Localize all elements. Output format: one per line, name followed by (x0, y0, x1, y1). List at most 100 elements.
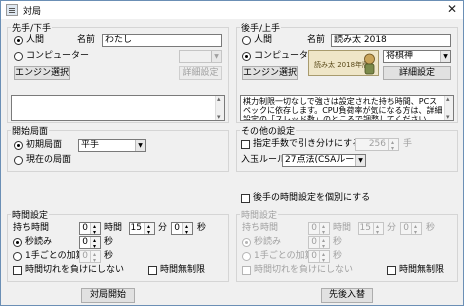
increment-radio[interactable] (13, 252, 22, 261)
entering-king-label: 入玉ルール (241, 155, 287, 165)
current-position-radio[interactable] (14, 156, 23, 165)
black-computer-label: コンピューター (26, 51, 90, 61)
close-icon[interactable]: ✕ (447, 2, 457, 16)
increment-label: 1手ごとの加算 (254, 251, 314, 261)
unlimited-checkbox[interactable] (148, 266, 157, 275)
minutes-spinner[interactable]: 15 (358, 221, 384, 238)
increment-radio[interactable] (242, 252, 251, 261)
white-computer-radio[interactable] (242, 52, 251, 61)
other-settings-group-label: その他の設定 (240, 124, 297, 137)
seconds-spinner[interactable]: 0 (171, 221, 193, 238)
minutes-spinner[interactable]: 15 (129, 221, 155, 238)
swap-sides-button[interactable]: 先後入替 (321, 288, 373, 303)
spinner-buttons[interactable] (388, 137, 398, 154)
seconds-unit: 秒 (426, 223, 436, 233)
unlimited-label: 時間無制限 (399, 265, 445, 275)
black-engine-select-button[interactable]: エンジン選択 (14, 66, 70, 80)
black-human-radio[interactable] (14, 36, 23, 45)
minutes-value: 15 (359, 223, 371, 233)
app-icon (6, 4, 18, 16)
spinner-buttons[interactable] (319, 221, 329, 238)
byoyomi-spinner[interactable]: 0 (308, 235, 330, 252)
scrollbar[interactable] (444, 95, 453, 121)
white-detail-settings-button[interactable]: 詳細設定 (383, 66, 451, 80)
scrollbar[interactable] (215, 95, 224, 121)
chevron-down-icon: ▼ (211, 51, 221, 62)
chevron-down-icon: ▼ (355, 155, 365, 166)
increment-spinner[interactable]: 0 (308, 249, 330, 266)
spinner-buttons[interactable] (319, 235, 329, 252)
hours-unit: 時間 (333, 223, 352, 233)
black-human-label: 人間 (26, 35, 45, 45)
hours-spinner[interactable]: 0 (308, 221, 330, 238)
separate-time-checkbox[interactable] (241, 194, 250, 203)
hours-value: 0 (82, 223, 88, 233)
start-game-button[interactable]: 対局開始 (81, 288, 135, 303)
handicap-value: 平手 (81, 140, 100, 150)
engine-info-text: 棋力制限一切なしで強さは設定された持ち時間、PCスペックに依存します。CPU負荷… (243, 97, 443, 120)
hold-time-label: 持ち時間 (242, 223, 279, 233)
byoyomi-unit: 秒 (333, 237, 343, 247)
black-name-label: 名前 (77, 35, 96, 45)
byoyomi-radio[interactable] (13, 238, 22, 247)
timeout-checkbox[interactable] (242, 266, 251, 275)
white-preset-select[interactable]: 将棋神 ▼ (383, 50, 451, 63)
hours-spinner[interactable]: 0 (79, 221, 101, 238)
increment-spinner[interactable]: 0 (79, 249, 101, 266)
byoyomi-label: 秒読み (254, 237, 282, 247)
initial-position-label: 初期局面 (26, 140, 63, 150)
increment-unit: 秒 (333, 251, 343, 261)
byoyomi-label: 秒読み (25, 237, 53, 247)
engine-logo: 読み太 2018年版 (308, 50, 379, 76)
increment-value: 0 (82, 251, 88, 261)
black-preset-select[interactable]: ▼ (179, 50, 222, 63)
timeout-label: 時間切れを負けにしない (254, 265, 354, 275)
spinner-buttons[interactable] (373, 221, 383, 238)
white-name-input[interactable]: 読み太 2018 (331, 34, 451, 47)
black-engine-info-box[interactable] (11, 95, 225, 121)
spinner-buttons[interactable] (319, 249, 329, 266)
spinner-buttons[interactable] (90, 221, 100, 238)
byoyomi-spinner[interactable]: 0 (79, 235, 101, 252)
white-group-label: 後手/上手 (240, 21, 282, 34)
white-engine-info-box[interactable]: 棋力制限一切なしで強さは設定された持ち時間、PCスペックに依存します。CPU負荷… (240, 95, 454, 121)
entering-king-select[interactable]: 27点法(CSAルール) ▼ (282, 154, 366, 167)
draw-moves-value: 256 (368, 139, 386, 149)
spinner-buttons[interactable] (90, 235, 100, 252)
white-preset-value: 将棋神 (386, 51, 414, 61)
white-time-group-label: 時間設定 (240, 208, 279, 221)
white-name-label: 名前 (307, 35, 326, 45)
draw-moves-label: 指定手数で引き分けにする (253, 139, 362, 149)
timeout-label: 時間切れを負けにしない (25, 265, 125, 275)
black-group-label: 先手/下手 (11, 21, 53, 34)
black-name-input[interactable]: わたし (102, 34, 222, 47)
unlimited-checkbox[interactable] (387, 266, 396, 275)
initial-position-radio[interactable] (14, 141, 23, 150)
spinner-buttons[interactable] (90, 249, 100, 266)
white-human-radio[interactable] (242, 36, 251, 45)
handicap-select[interactable]: 平手 ▼ (78, 139, 146, 152)
byoyomi-radio[interactable] (242, 238, 251, 247)
mascot-image (364, 53, 375, 75)
increment-value: 0 (311, 251, 317, 261)
spinner-buttons[interactable] (144, 221, 154, 238)
byoyomi-value: 0 (82, 237, 88, 247)
title-bar: 対局 ✕ (1, 1, 463, 19)
white-engine-select-button[interactable]: エンジン選択 (242, 66, 298, 80)
draw-moves-checkbox[interactable] (241, 140, 250, 149)
timeout-checkbox[interactable] (13, 266, 22, 275)
white-human-label: 人間 (254, 35, 273, 45)
black-computer-radio[interactable] (14, 52, 23, 61)
black-detail-settings-button[interactable]: 詳細設定 (179, 66, 222, 80)
entering-king-value: 27点法(CSAルール) (285, 155, 366, 165)
spinner-buttons[interactable] (182, 221, 192, 238)
current-position-label: 現在の局面 (26, 155, 72, 165)
minutes-value: 15 (130, 223, 142, 233)
separate-time-label: 後手の時間設定を個別にする (253, 193, 371, 203)
hours-unit: 時間 (104, 223, 123, 233)
seconds-spinner[interactable]: 0 (400, 221, 422, 238)
draw-moves-spinner[interactable]: 256 (355, 137, 399, 154)
chevron-down-icon: ▼ (440, 51, 450, 62)
spinner-buttons[interactable] (411, 221, 421, 238)
minutes-unit: 分 (158, 223, 168, 233)
